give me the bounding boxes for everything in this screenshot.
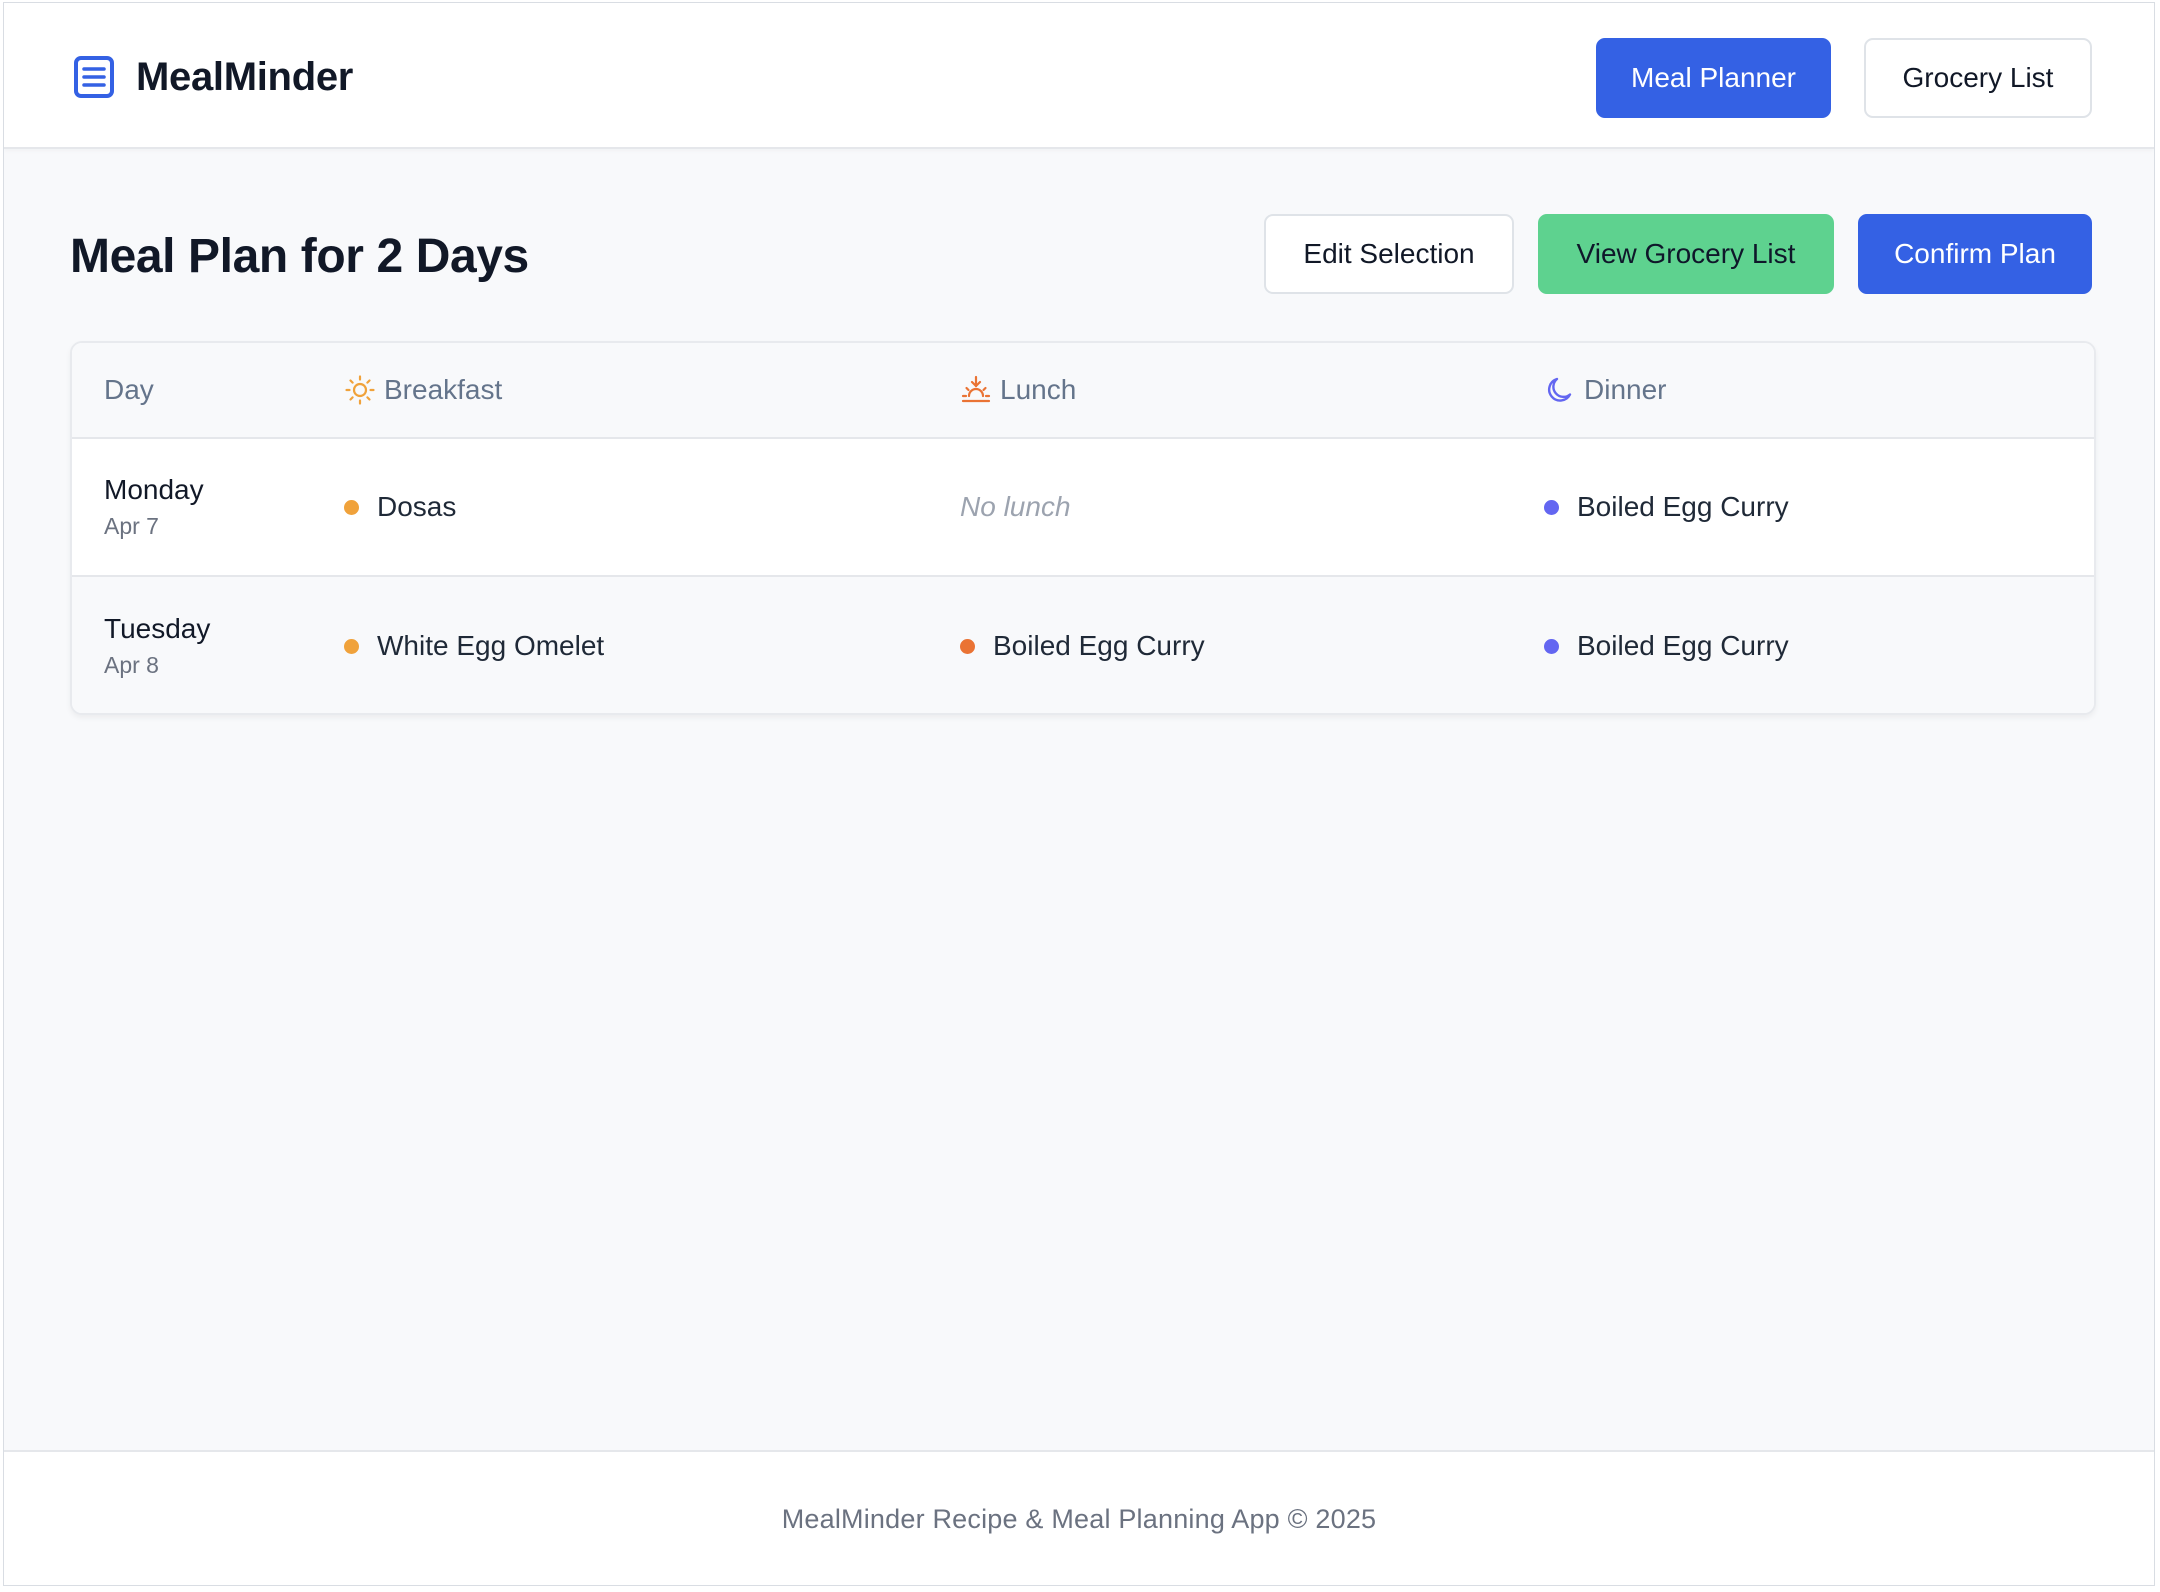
breakfast-dot-icon xyxy=(344,499,359,515)
meal-name: Boiled Egg Curry xyxy=(993,630,1205,661)
meal-name: Dosas xyxy=(377,491,457,522)
header-breakfast: Breakfast xyxy=(344,343,502,437)
sun-icon xyxy=(344,374,376,406)
meal-name: Boiled Egg Curry xyxy=(1577,491,1789,522)
meal-item[interactable]: Boiled Egg Curry xyxy=(1544,630,1789,662)
footer-copyright: MealMinder Recipe & Meal Planning App © … xyxy=(781,1504,1377,1534)
footer: MealMinder Recipe & Meal Planning App © … xyxy=(4,1450,2154,1585)
breakfast-dot-icon xyxy=(344,638,359,654)
meal-plan-table: Day Breakfast Lunch Dinner Monday Apr 7 … xyxy=(70,341,2096,715)
header-lunch: Lunch xyxy=(960,343,1076,437)
sunset-icon xyxy=(960,374,992,406)
meal-item[interactable]: Dosas xyxy=(344,491,456,523)
lunch-cell: No lunch xyxy=(960,439,1071,575)
plan-actions: Edit Selection View Grocery List Confirm… xyxy=(1264,214,2092,294)
main-nav: Meal Planner Grocery List xyxy=(1596,38,2092,118)
app-window: MealMinder Meal Planner Grocery List Mea… xyxy=(3,2,2155,1586)
lunch-dot-icon xyxy=(960,638,975,654)
dinner-dot-icon xyxy=(1544,499,1559,515)
table-header-row: Day Breakfast Lunch Dinner xyxy=(72,343,2094,439)
nav-meal-planner-button[interactable]: Meal Planner xyxy=(1596,38,1831,118)
nav-grocery-list-button[interactable]: Grocery List xyxy=(1864,38,2092,118)
top-navigation-bar: MealMinder Meal Planner Grocery List xyxy=(4,3,2154,149)
meal-name: Boiled Egg Curry xyxy=(1577,630,1789,661)
header-breakfast-label: Breakfast xyxy=(384,374,503,405)
day-name: Tuesday xyxy=(104,613,211,644)
dinner-cell: Boiled Egg Curry xyxy=(1544,577,1789,713)
moon-icon xyxy=(1544,374,1576,406)
day-date: Apr 8 xyxy=(104,652,159,678)
brand[interactable]: MealMinder xyxy=(72,53,353,101)
list-document-icon xyxy=(72,55,116,99)
meal-item[interactable]: Boiled Egg Curry xyxy=(1544,491,1789,523)
header-dinner: Dinner xyxy=(1544,343,1666,437)
header-dinner-label: Dinner xyxy=(1584,374,1667,405)
breakfast-cell: White Egg Omelet xyxy=(344,577,604,713)
table-row: Monday Apr 7 Dosas No lunch Boiled Egg C… xyxy=(72,439,2094,577)
lunch-cell: Boiled Egg Curry xyxy=(960,577,1205,713)
header-day-label: Day xyxy=(104,374,154,405)
confirm-plan-button[interactable]: Confirm Plan xyxy=(1858,214,2092,294)
edit-selection-button[interactable]: Edit Selection xyxy=(1264,214,1514,294)
day-cell: Tuesday Apr 8 xyxy=(104,577,211,713)
empty-meal-text: No lunch xyxy=(960,491,1071,522)
day-cell: Monday Apr 7 xyxy=(104,439,204,575)
table-row: Tuesday Apr 8 White Egg Omelet Boiled Eg… xyxy=(72,577,2094,713)
day-date: Apr 7 xyxy=(104,513,159,539)
meal-name: White Egg Omelet xyxy=(377,630,605,661)
dinner-cell: Boiled Egg Curry xyxy=(1544,439,1789,575)
meal-item[interactable]: Boiled Egg Curry xyxy=(960,630,1205,662)
meal-item[interactable]: White Egg Omelet xyxy=(344,630,604,662)
app-name: MealMinder xyxy=(136,54,354,99)
view-grocery-list-button[interactable]: View Grocery List xyxy=(1538,214,1834,294)
header-lunch-label: Lunch xyxy=(1000,374,1077,405)
page-title: Meal Plan for 2 Days xyxy=(70,230,529,283)
day-name: Monday xyxy=(104,474,204,505)
dinner-dot-icon xyxy=(1544,638,1559,654)
header-day: Day xyxy=(104,343,154,437)
breakfast-cell: Dosas xyxy=(344,439,456,575)
